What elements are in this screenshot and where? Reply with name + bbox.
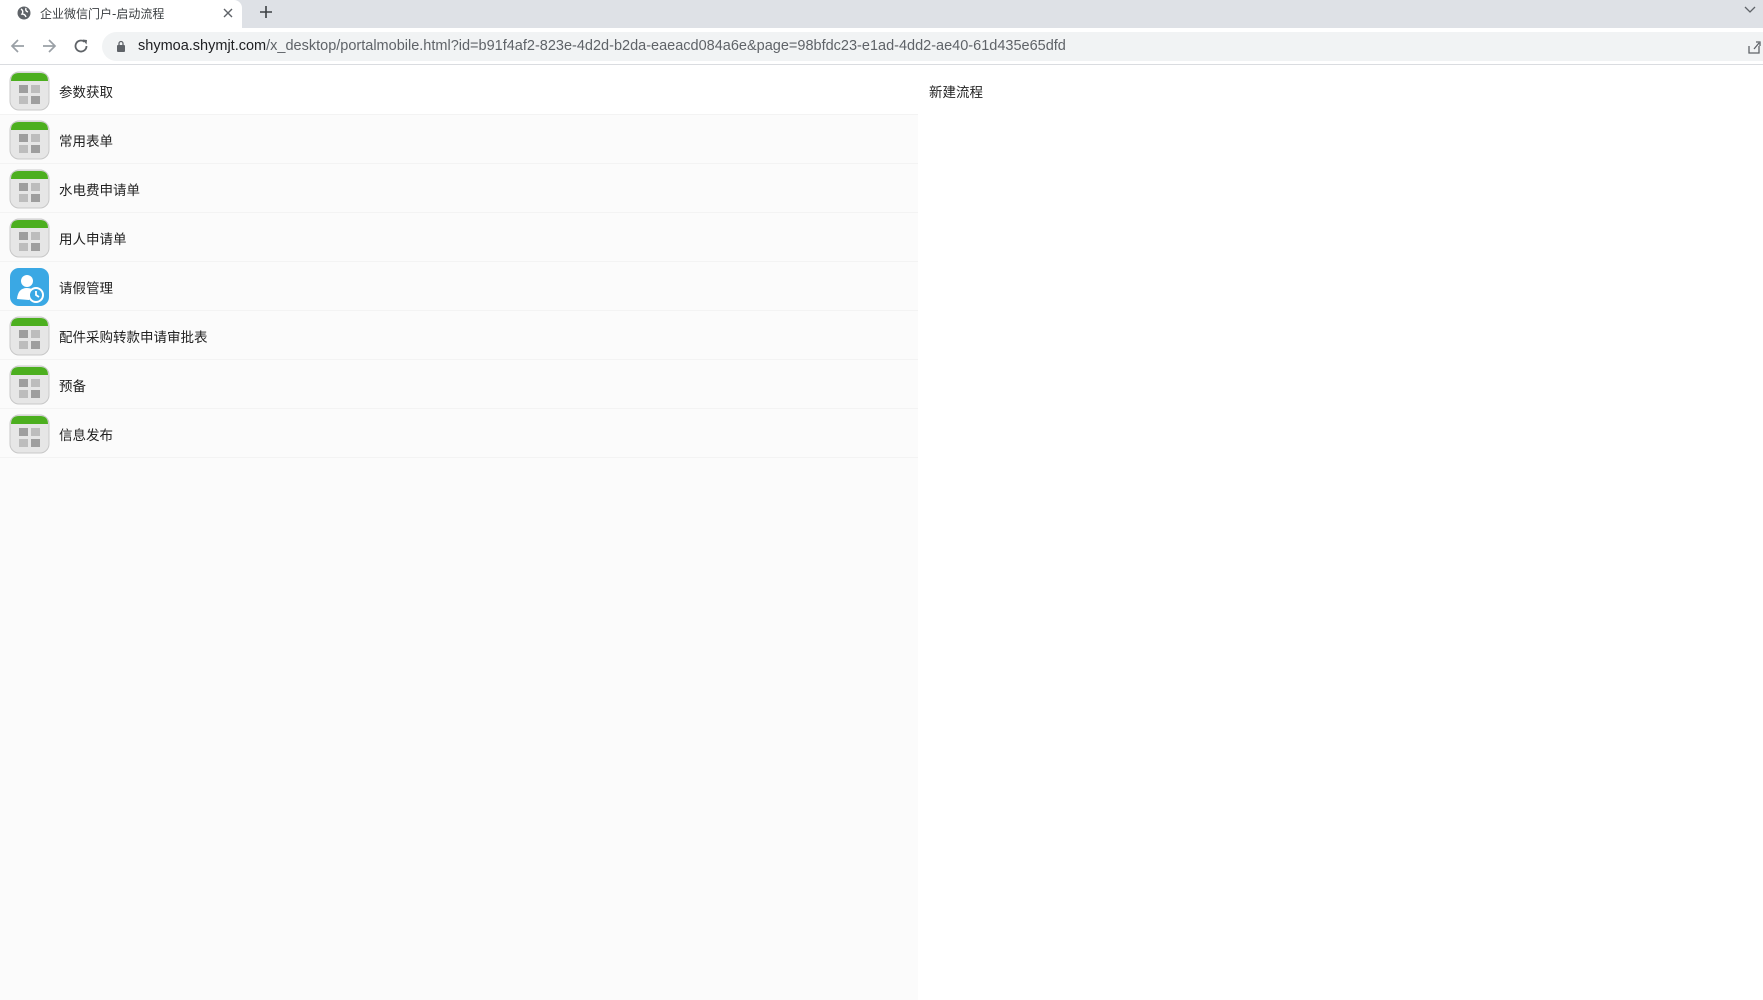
app-grid-icon	[9, 218, 50, 258]
forward-arrow-icon[interactable]	[39, 36, 59, 56]
tab-strip: 企业微信门户-启动流程	[0, 0, 1763, 28]
close-icon[interactable]	[221, 6, 235, 20]
list-item-label: 用人申请单	[59, 232, 127, 248]
browser-toolbar: shymoa.shymjt.com/x_desktop/portalmobile…	[0, 28, 1763, 65]
list-item-label: 预备	[59, 379, 86, 395]
leave-clock-icon	[10, 268, 49, 306]
process-list: 参数获取 常用表单 水电费申请单 用人申请单 请假管理 配件采购转款申请审批表 …	[0, 66, 918, 458]
list-item-label: 参数获取	[59, 85, 113, 101]
list-item-label: 信息发布	[59, 428, 113, 444]
chevron-down-icon[interactable]	[1743, 2, 1757, 16]
address-bar[interactable]: shymoa.shymjt.com/x_desktop/portalmobile…	[102, 32, 1763, 61]
app-grid-icon	[9, 365, 50, 405]
back-arrow-icon[interactable]	[8, 36, 28, 56]
list-item-label: 常用表单	[59, 134, 113, 150]
url-path: /x_desktop/portalmobile.html?id=b91f4af2…	[266, 38, 1066, 54]
list-item-6[interactable]: 预备	[0, 360, 918, 409]
globe-icon	[17, 6, 31, 20]
share-icon[interactable]	[1746, 39, 1762, 55]
list-item-2[interactable]: 水电费申请单	[0, 164, 918, 213]
list-item-5[interactable]: 配件采购转款申请审批表	[0, 311, 918, 360]
lock-icon[interactable]	[116, 40, 126, 52]
new-process-title: 新建流程	[929, 85, 983, 101]
list-item-label: 配件采购转款申请审批表	[59, 330, 208, 346]
url-host: shymoa.shymjt.com	[138, 38, 267, 54]
list-item-label: 请假管理	[59, 281, 113, 297]
app-grid-icon	[9, 316, 50, 356]
list-item-7[interactable]: 信息发布	[0, 409, 918, 458]
new-tab-plus-icon[interactable]	[258, 4, 274, 20]
app-grid-icon	[9, 169, 50, 209]
list-item-0[interactable]: 参数获取	[0, 66, 918, 115]
list-item-label: 水电费申请单	[59, 183, 140, 199]
app-grid-icon	[9, 71, 50, 111]
app-grid-icon	[9, 414, 50, 454]
browser-tab[interactable]: 企业微信门户-启动流程	[0, 0, 242, 28]
list-item-3[interactable]: 用人申请单	[0, 213, 918, 262]
page-content: 参数获取 常用表单 水电费申请单 用人申请单 请假管理 配件采购转款申请审批表 …	[0, 66, 1763, 1000]
app-grid-icon	[9, 120, 50, 160]
list-item-4[interactable]: 请假管理	[0, 262, 918, 311]
tab-title: 企业微信门户-启动流程	[40, 7, 165, 21]
process-list-panel: 参数获取 常用表单 水电费申请单 用人申请单 请假管理 配件采购转款申请审批表 …	[0, 66, 918, 1000]
url-text[interactable]: shymoa.shymjt.com/x_desktop/portalmobile…	[138, 38, 1066, 54]
list-item-1[interactable]: 常用表单	[0, 115, 918, 164]
reload-icon[interactable]	[71, 36, 91, 56]
